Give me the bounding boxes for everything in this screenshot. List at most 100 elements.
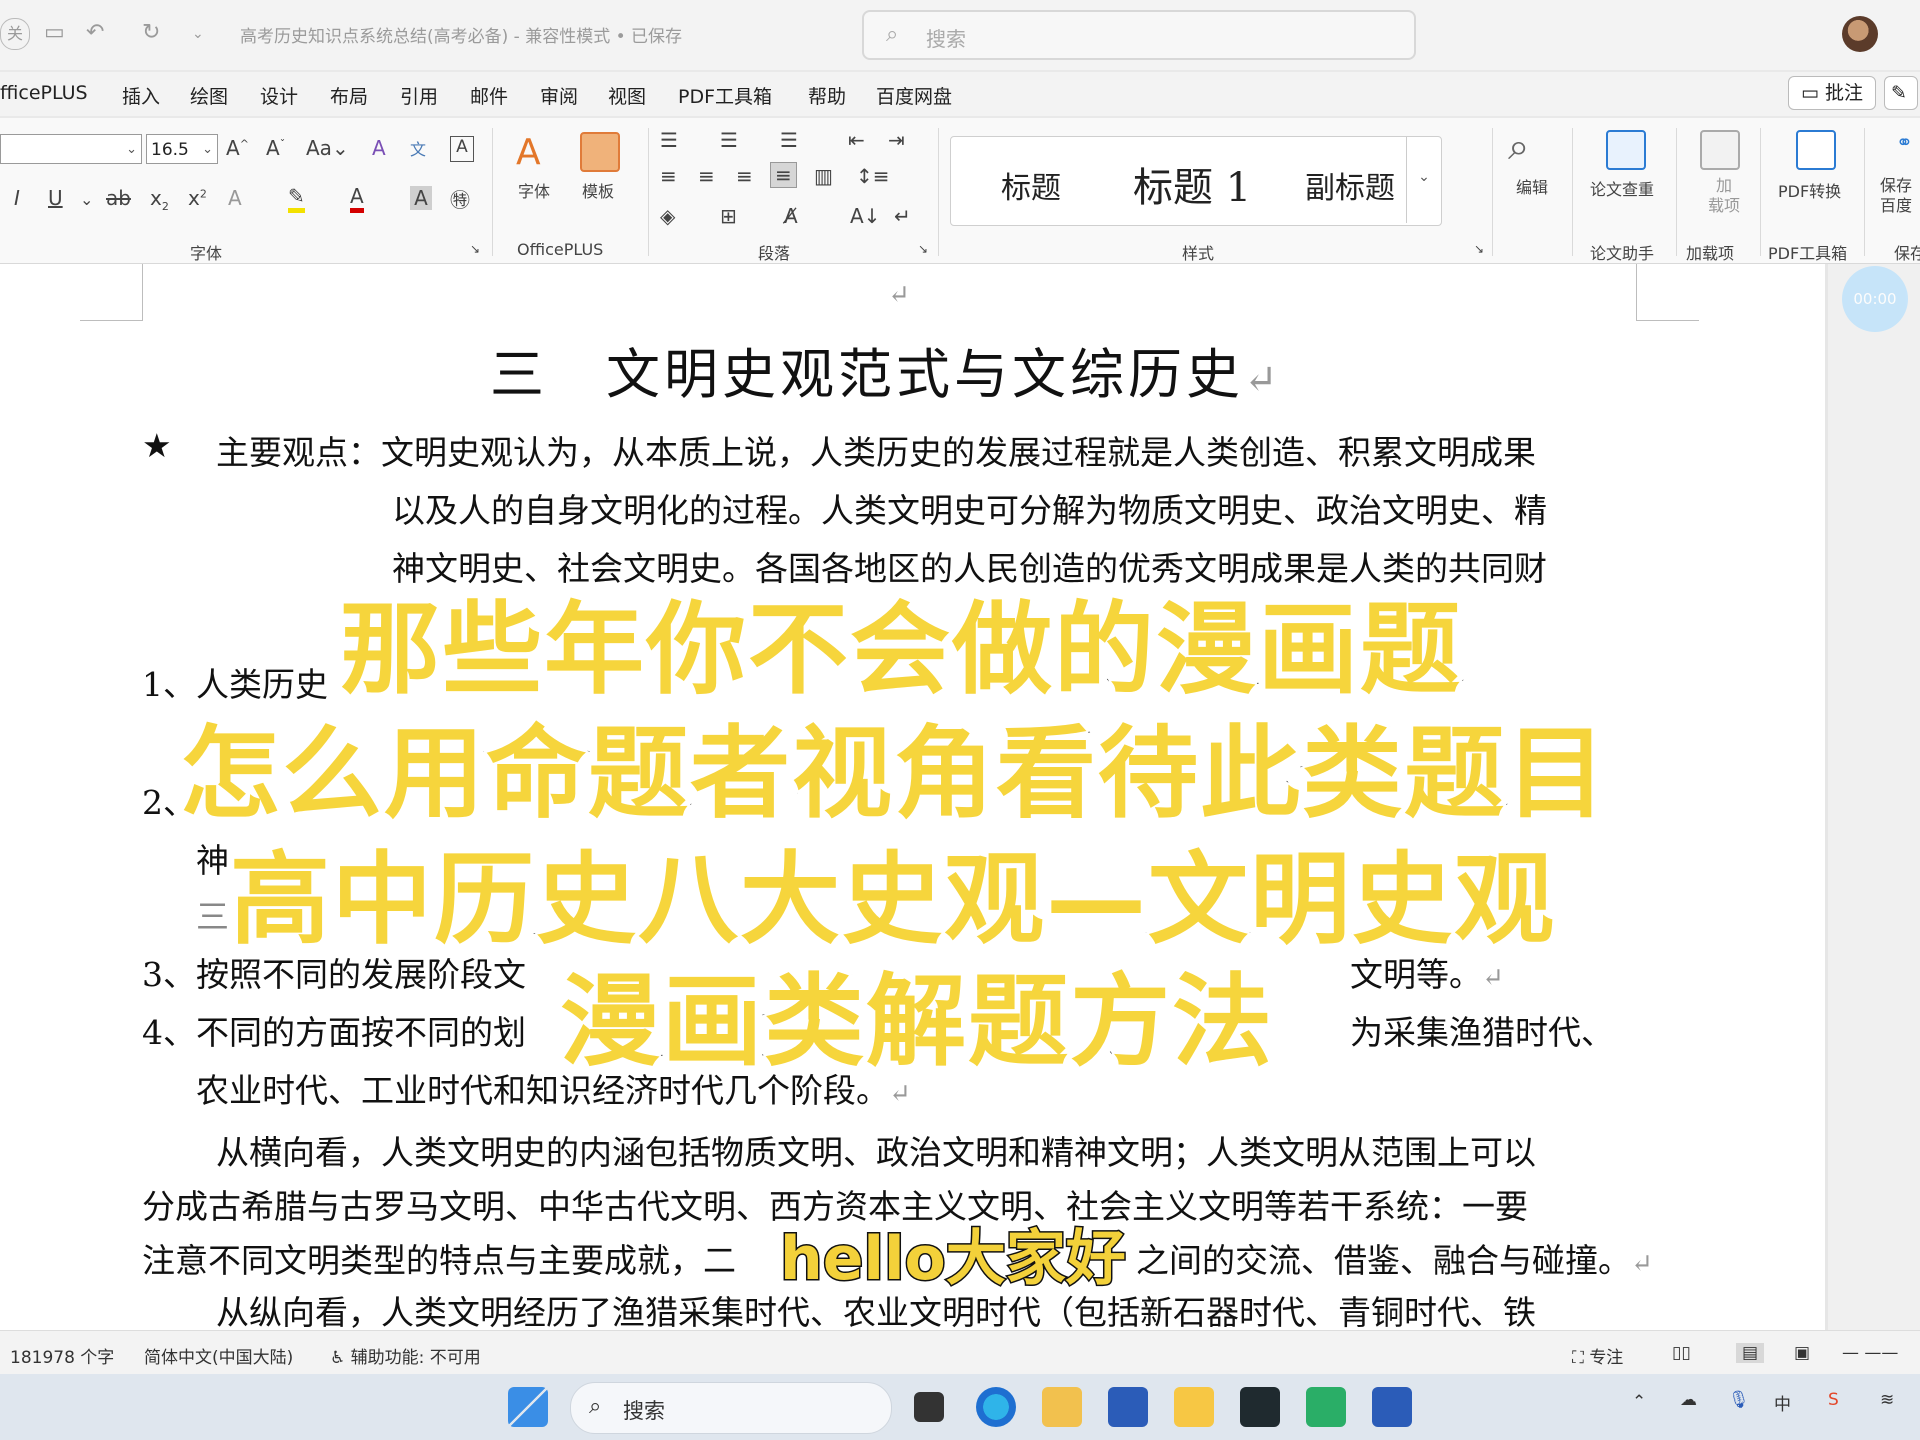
cloud-save-icon[interactable]: ⚭	[1896, 130, 1913, 154]
document-title[interactable]: 高考历史知识点系统总结(高考必备) - 兼容性模式 • 已保存	[240, 22, 682, 47]
align-right-icon[interactable]: ≡	[736, 164, 753, 188]
dialog-launcher-icon[interactable]: ↘	[918, 242, 928, 256]
task-view-icon[interactable]	[914, 1392, 944, 1422]
strikethrough-icon[interactable]: ab	[106, 186, 131, 210]
sort-icon[interactable]: A↓	[850, 204, 880, 228]
sogou-icon[interactable]: S	[1828, 1390, 1839, 1410]
increase-indent-icon[interactable]: ⇥	[888, 128, 905, 152]
style-heading-1[interactable]: 标题 1	[1133, 155, 1251, 213]
wifi-icon[interactable]: ≋	[1880, 1390, 1894, 1410]
wechat-icon[interactable]	[1306, 1387, 1346, 1427]
tab-pdf-tools[interactable]: PDF工具箱	[678, 82, 772, 109]
undo-icon[interactable]: ↶	[86, 20, 104, 45]
edit-label[interactable]: 编辑	[1516, 174, 1548, 198]
decrease-indent-icon[interactable]: ⇤	[848, 128, 865, 152]
chevron-down-icon[interactable]: ⌄	[1406, 137, 1441, 223]
distributed-icon[interactable]: ▥	[814, 164, 833, 188]
vertical-scrollbar[interactable]	[1828, 264, 1920, 1330]
print-layout-icon[interactable]: ▤	[1736, 1343, 1765, 1363]
text-effects-icon[interactable]: A	[228, 186, 242, 210]
notes-icon[interactable]	[1174, 1387, 1214, 1427]
highlight-icon[interactable]: ✎	[288, 184, 305, 213]
avatar[interactable]	[1842, 16, 1878, 52]
dialog-launcher-icon[interactable]: ↘	[470, 242, 480, 256]
recording-timer[interactable]: 00:00	[1842, 266, 1908, 332]
addins-icon[interactable]	[1700, 130, 1740, 170]
zoom-slider[interactable]: — ——	[1842, 1343, 1898, 1363]
shading-icon[interactable]: ◈	[660, 204, 675, 228]
template-icon[interactable]	[580, 132, 620, 172]
plagiarism-check-label[interactable]: 论文查重	[1590, 176, 1654, 200]
web-layout-icon[interactable]: ▣	[1794, 1343, 1810, 1363]
font-color-icon[interactable]: A	[350, 184, 364, 213]
font-size-combo[interactable]: 16.5 ⌄	[146, 134, 218, 164]
file-explorer-icon[interactable]	[1042, 1387, 1082, 1427]
tab-references[interactable]: 引用	[400, 82, 438, 109]
store-icon[interactable]	[1108, 1387, 1148, 1427]
pdf-convert-label[interactable]: PDF转换	[1778, 178, 1841, 202]
tab-baidu-disk[interactable]: 百度网盘	[876, 82, 952, 109]
save-baidu-label[interactable]: 保存 百度	[1880, 176, 1912, 216]
plagiarism-check-icon[interactable]	[1606, 130, 1646, 170]
subscript-icon[interactable]: x2	[150, 186, 169, 213]
dialog-launcher-icon[interactable]: ↘	[1474, 242, 1484, 256]
editing-mode-button[interactable]: ✎	[1884, 76, 1918, 110]
media-player-icon[interactable]	[1240, 1387, 1280, 1427]
clear-format-icon[interactable]: A	[372, 136, 386, 160]
grow-font-icon[interactable]: A^	[226, 136, 249, 160]
change-case-icon[interactable]: Aa⌄	[306, 136, 349, 160]
multilevel-list-icon[interactable]: ☰	[780, 128, 798, 152]
microphone-icon[interactable]: 🎙	[1728, 1390, 1750, 1410]
close-button[interactable]: 关	[0, 18, 30, 50]
windows-start-icon[interactable]	[508, 1387, 548, 1427]
phonetic-guide-icon[interactable]: 文	[410, 136, 426, 160]
show-marks-icon[interactable]: ↵	[894, 204, 911, 228]
save-icon[interactable]: ▭	[44, 20, 65, 45]
chinese-layout-icon[interactable]: A̸	[784, 204, 798, 228]
redo-icon[interactable]: ↻	[142, 20, 160, 45]
char-shading-icon[interactable]: A	[410, 186, 432, 210]
word-count[interactable]: 181978 个字	[10, 1343, 114, 1368]
pdf-convert-icon[interactable]	[1796, 130, 1836, 170]
focus-mode-button[interactable]: ⛶ 专注	[1572, 1343, 1623, 1368]
tab-design[interactable]: 设计	[260, 82, 298, 109]
template-label[interactable]: 模板	[582, 178, 614, 202]
comment-button[interactable]: ▭ 批注	[1788, 76, 1877, 110]
tab-insert[interactable]: 插入	[122, 82, 160, 109]
tab-draw[interactable]: 绘图	[190, 82, 228, 109]
underline-icon[interactable]: U	[48, 186, 63, 210]
font-name-combo[interactable]: ⌄	[0, 134, 142, 164]
char-border-icon[interactable]: A	[450, 136, 474, 162]
addins-label[interactable]: 加 载项	[1708, 176, 1740, 216]
enclose-char-icon[interactable]: ㊕	[450, 184, 470, 213]
tab-officeplus[interactable]: fficePLUS	[0, 82, 88, 104]
style-subtitle[interactable]: 副标题	[1305, 163, 1395, 207]
taskbar-search-input[interactable]: ⌕ 搜索	[570, 1382, 892, 1434]
numbering-icon[interactable]: ☰	[720, 128, 738, 152]
language-status[interactable]: 简体中文(中国大陆)	[144, 1343, 293, 1368]
superscript-icon[interactable]: x2	[188, 186, 207, 210]
chevron-down-icon[interactable]: ⌄	[80, 190, 93, 209]
search-input[interactable]: ⌕ 搜索	[862, 10, 1416, 60]
font-gallery-icon[interactable]: A	[516, 132, 541, 173]
input-method-icon[interactable]: 中	[1774, 1390, 1791, 1415]
borders-icon[interactable]: ⊞	[720, 204, 737, 228]
italic-icon[interactable]: I	[14, 186, 20, 210]
style-title[interactable]: 标题	[1001, 163, 1061, 207]
tab-layout[interactable]: 布局	[330, 82, 368, 109]
accessibility-status[interactable]: ♿ 辅助功能: 不可用	[330, 1343, 481, 1368]
edge-browser-icon[interactable]	[976, 1387, 1016, 1427]
align-center-icon[interactable]: ≡	[698, 164, 715, 188]
tab-help[interactable]: 帮助	[808, 82, 846, 109]
word-app-icon[interactable]	[1372, 1387, 1412, 1427]
tab-mailings[interactable]: 邮件	[470, 82, 508, 109]
onedrive-icon[interactable]: ☁	[1680, 1390, 1697, 1410]
shrink-font-icon[interactable]: Aˇ	[266, 136, 285, 160]
bullets-icon[interactable]: ☰	[660, 128, 678, 152]
tab-view[interactable]: 视图	[608, 82, 646, 109]
font-gallery-label[interactable]: 字体	[518, 178, 550, 202]
tray-overflow-icon[interactable]: ⌃	[1632, 1392, 1646, 1412]
tab-review[interactable]: 审阅	[540, 82, 578, 109]
read-mode-icon[interactable]: ▯▯	[1672, 1343, 1691, 1363]
align-left-icon[interactable]: ≡	[660, 164, 677, 188]
